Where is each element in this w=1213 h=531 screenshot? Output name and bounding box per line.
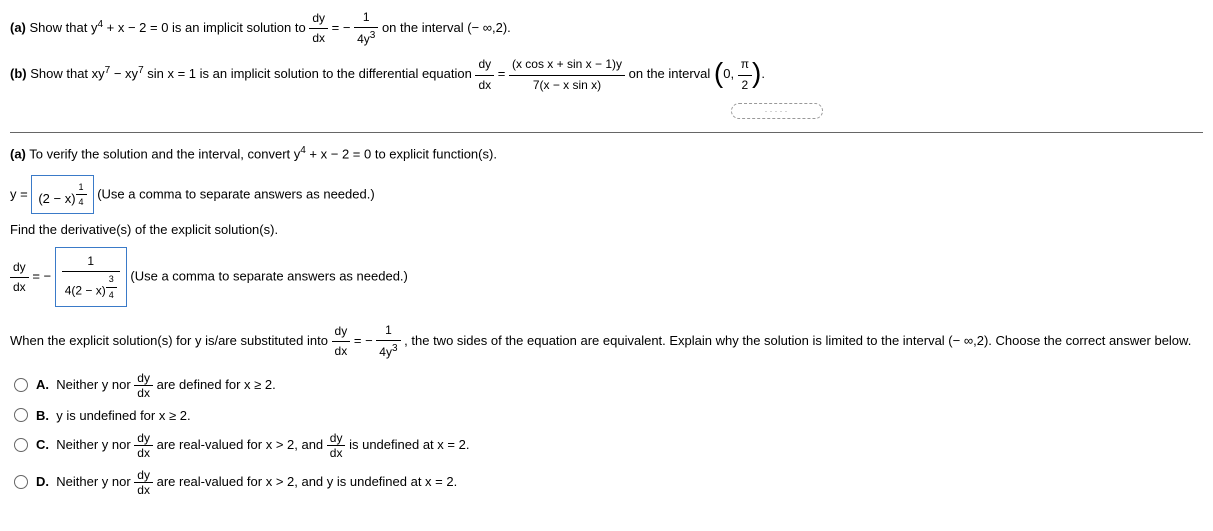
answer-box-y[interactable]: (2 − x)14 [31,175,93,215]
option-c[interactable]: C. Neither y nor dydx are real-valued fo… [14,431,1203,460]
verify-text: (a) To verify the solution and the inter… [10,143,1203,165]
radio-icon[interactable] [14,408,28,422]
paren-right-icon: ) [752,63,761,83]
separator-icon: ····· [731,103,823,119]
derivative-row: dy dx = − 1 4(2 − x)34 (Use a comma to s… [10,247,1203,307]
option-d[interactable]: D. Neither y nor dydx are real-valued fo… [14,468,1203,497]
find-deriv-text: Find the derivative(s) of the explicit s… [10,220,1203,241]
paren-left-icon: ( [714,63,723,83]
part-a-prompt: (a) Show that y4 + x − 2 = 0 is an impli… [10,8,1203,49]
rhs-frac-b: (x cos x + sin x − 1)y 7(x − x sin x) [509,55,625,94]
part-a-label: (a) [10,20,26,35]
radio-icon[interactable] [14,475,28,489]
dy-dx-frac: dy dx [309,9,328,48]
answer-box-dydx[interactable]: 1 4(2 − x)34 [55,247,127,307]
pi-over-2: π 2 [738,55,752,94]
dy-dx-lhs: dy dx [10,258,29,297]
option-b[interactable]: B. y is undefined for x ≥ 2. [14,408,1203,423]
substitution-text: When the explicit solution(s) for y is/a… [10,321,1203,362]
explicit-solution-row: y = (2 − x)14 (Use a comma to separate a… [10,175,1203,215]
rhs-frac: 1 4y3 [354,8,378,49]
radio-icon[interactable] [14,378,28,392]
part-b-label: (b) [10,67,27,82]
option-a[interactable]: A. Neither y nor dydx are defined for x … [14,371,1203,400]
dy-dx-frac-b: dy dx [475,55,494,94]
divider [10,132,1203,133]
radio-icon[interactable] [14,438,28,452]
part-b-prompt: (b) Show that xy7 − xy7 sin x = 1 is an … [10,55,1203,94]
